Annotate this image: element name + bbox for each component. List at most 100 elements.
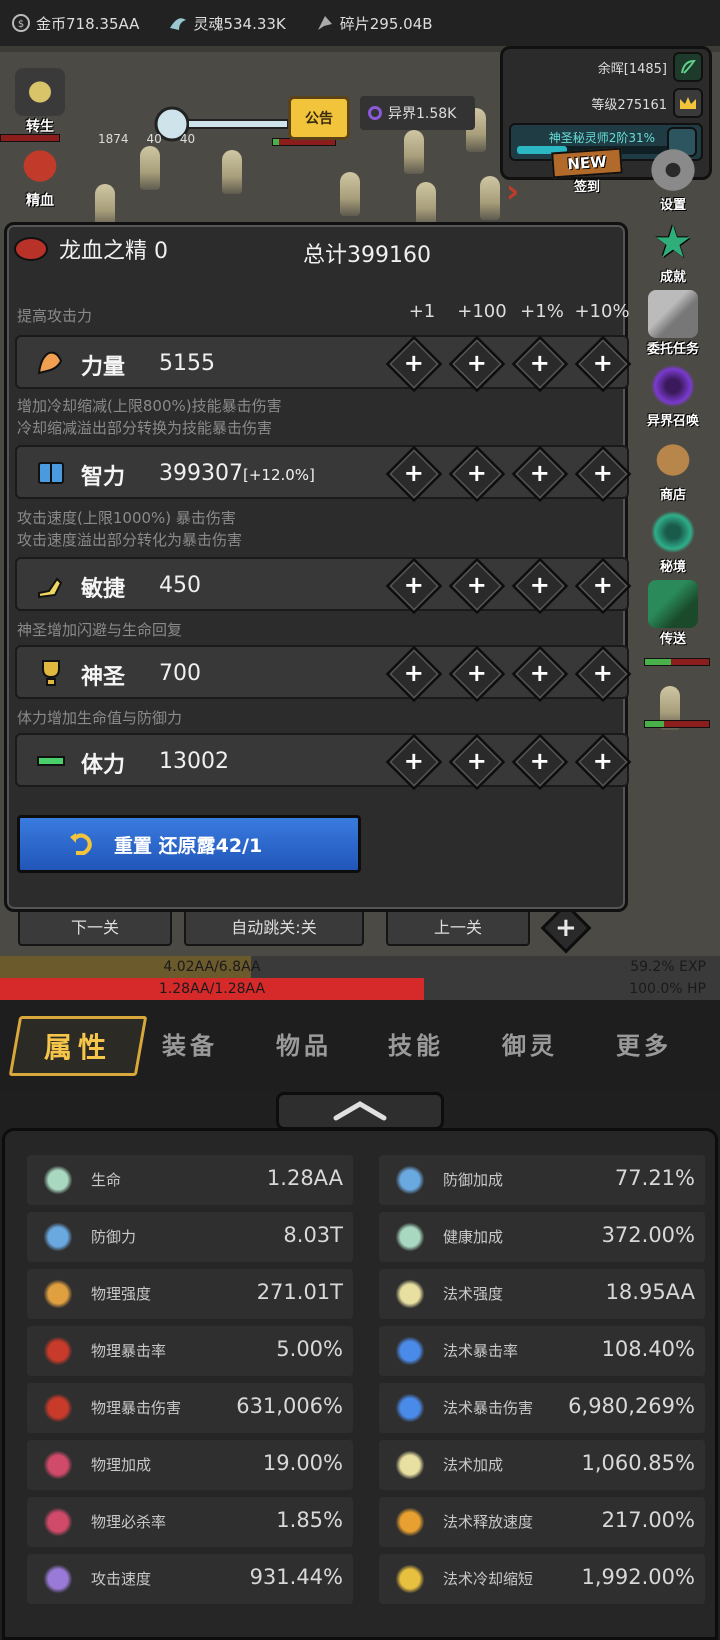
add-1-percent-button[interactable]: + (511, 645, 569, 703)
stat-label: 防御加成 (443, 1171, 504, 1189)
collapse-toggle-button[interactable] (276, 1092, 444, 1130)
add-1-button[interactable]: + (385, 445, 443, 503)
prev-stage-button[interactable]: 上一关 (386, 906, 530, 946)
soul-amount: 灵魂534.33K (193, 14, 286, 33)
lightning-icon (393, 1448, 427, 1482)
stat-value: 8.03T (283, 1223, 343, 1247)
plus-icon: + (466, 459, 488, 488)
quest-button[interactable]: 委托任务 (638, 290, 708, 357)
add-10-percent-button[interactable]: + (574, 645, 632, 703)
hp-bar: 1.28AA/1.28AA 100.0% HP (0, 978, 720, 1000)
add-100-button[interactable]: + (448, 557, 506, 615)
achievement-button[interactable]: ★ 成就 (638, 216, 708, 286)
achievement-label: 成就 (659, 270, 686, 285)
enemy-hp-bar (644, 720, 710, 728)
signin-button[interactable]: NEW 签到 (551, 147, 623, 195)
soul-counter: 灵魂534.33K (167, 12, 286, 34)
tab-items[interactable]: 物品 (276, 1026, 332, 1061)
holy-label: 神圣 (81, 665, 126, 690)
add-10-percent-button[interactable]: + (574, 335, 632, 393)
intelligence-number: 399307 (159, 461, 243, 486)
lantern-enemy (222, 150, 242, 194)
increment-header: +1 (408, 301, 436, 322)
gold-counter: $ 金币718.35AA (10, 12, 139, 34)
add-10-percent-button[interactable]: + (574, 445, 632, 503)
star-icon: ★ (653, 216, 693, 268)
next-stage-button[interactable]: 下一关 (18, 906, 172, 946)
desc-line: 攻击速度(上限1000%) 暴击伤害 (17, 509, 236, 527)
increment-header: +100 (457, 301, 507, 322)
teleport-button[interactable]: 传送 (638, 580, 708, 647)
add-1-percent-button[interactable]: + (511, 557, 569, 615)
stamina-label: 体力 (81, 753, 126, 778)
lantern-enemy (140, 146, 160, 190)
agility-value: 450 (159, 573, 201, 598)
stat-value: 1.85% (276, 1508, 343, 1532)
moon-icon (393, 1562, 427, 1596)
gear-icon (648, 146, 698, 194)
add-100-button[interactable]: + (448, 733, 506, 791)
hp-text: 1.28AA/1.28AA (158, 981, 266, 997)
level-row[interactable]: 等级275161 (503, 85, 709, 121)
book-icon (38, 462, 64, 484)
plus-icon: + (529, 659, 551, 688)
tab-skills[interactable]: 技能 (388, 1026, 444, 1061)
weapon-stat: 1874 (98, 132, 129, 146)
notice-button[interactable]: 公告 (288, 96, 350, 140)
essence-button[interactable]: 精血 (8, 142, 72, 210)
residual-row[interactable]: 余晖[1485] (503, 49, 709, 85)
stat-cell: 法术加成 1,060.85% (379, 1440, 705, 1490)
add-100-button[interactable]: + (448, 645, 506, 703)
intelligence-increment-buttons: + + + + (385, 445, 641, 503)
stat-cell: 物理强度 271.01T (27, 1269, 353, 1319)
stat-value: 1.28AA (266, 1166, 343, 1190)
stat-label: 健康加成 (443, 1228, 504, 1246)
otherworld-counter[interactable]: 异界1.58K (360, 96, 475, 130)
add-1-percent-button[interactable]: + (511, 445, 569, 503)
tab-equipment[interactable]: 装备 (162, 1026, 218, 1061)
shop-button[interactable]: 商店 (638, 436, 708, 503)
stat-value: 217.00% (601, 1508, 695, 1532)
stat-label: 物理加成 (91, 1456, 152, 1474)
secret-realm-button[interactable]: 秘境 (638, 508, 708, 575)
stat-label: 物理暴击率 (91, 1342, 167, 1360)
plus-icon: + (592, 747, 614, 776)
auto-skip-button[interactable]: 自动跳关:关 (184, 906, 364, 946)
tab-attributes[interactable]: 属性 (8, 1016, 148, 1076)
add-1-button[interactable]: + (385, 645, 443, 703)
blood-essence-icon (15, 142, 65, 190)
intelligence-label: 智力 (81, 465, 126, 490)
add-10-percent-button[interactable]: + (574, 557, 632, 615)
add-1-button[interactable]: + (385, 335, 443, 393)
vortex-icon (648, 362, 698, 410)
stamina-increment-buttons: + + + + (385, 733, 641, 791)
add-100-button[interactable]: + (448, 335, 506, 393)
resource-bar: $ 金币718.35AA 灵魂534.33K 碎片295.04B (0, 0, 720, 46)
stat-label: 法术加成 (443, 1456, 504, 1474)
shield-icon (41, 1220, 75, 1254)
stat-cell: 法术冷却缩短 1,992.00% (379, 1554, 705, 1604)
tab-more[interactable]: 更多 (616, 1026, 672, 1061)
lantern-enemy (416, 182, 436, 226)
increment-header: +10% (574, 301, 630, 322)
holy-increment-buttons: + + + + (385, 645, 641, 703)
rebirth-button[interactable]: 转生 (8, 68, 72, 136)
next-arrow-icon: › (506, 172, 520, 210)
add-1-percent-button[interactable]: + (511, 733, 569, 791)
new-badge: NEW (551, 147, 623, 179)
add-10-percent-button[interactable]: + (574, 733, 632, 791)
settings-button[interactable]: 设置 (638, 146, 708, 213)
blue-flame-icon (393, 1391, 427, 1425)
plus-icon: + (403, 659, 425, 688)
stat-value: 372.00% (601, 1223, 695, 1247)
add-1-button[interactable]: + (385, 557, 443, 615)
tab-spirits[interactable]: 御灵 (502, 1026, 558, 1061)
add-100-button[interactable]: + (448, 445, 506, 503)
add-1-percent-button[interactable]: + (511, 335, 569, 393)
reset-attributes-button[interactable]: 重置 还原露42/1 (17, 815, 361, 873)
rebirth-label: 转生 (26, 119, 54, 135)
hp-percent: 100.0% HP (629, 981, 706, 997)
add-1-button[interactable]: + (385, 733, 443, 791)
summon-button[interactable]: 异界召唤 (638, 362, 708, 429)
horn-icon (648, 580, 698, 628)
